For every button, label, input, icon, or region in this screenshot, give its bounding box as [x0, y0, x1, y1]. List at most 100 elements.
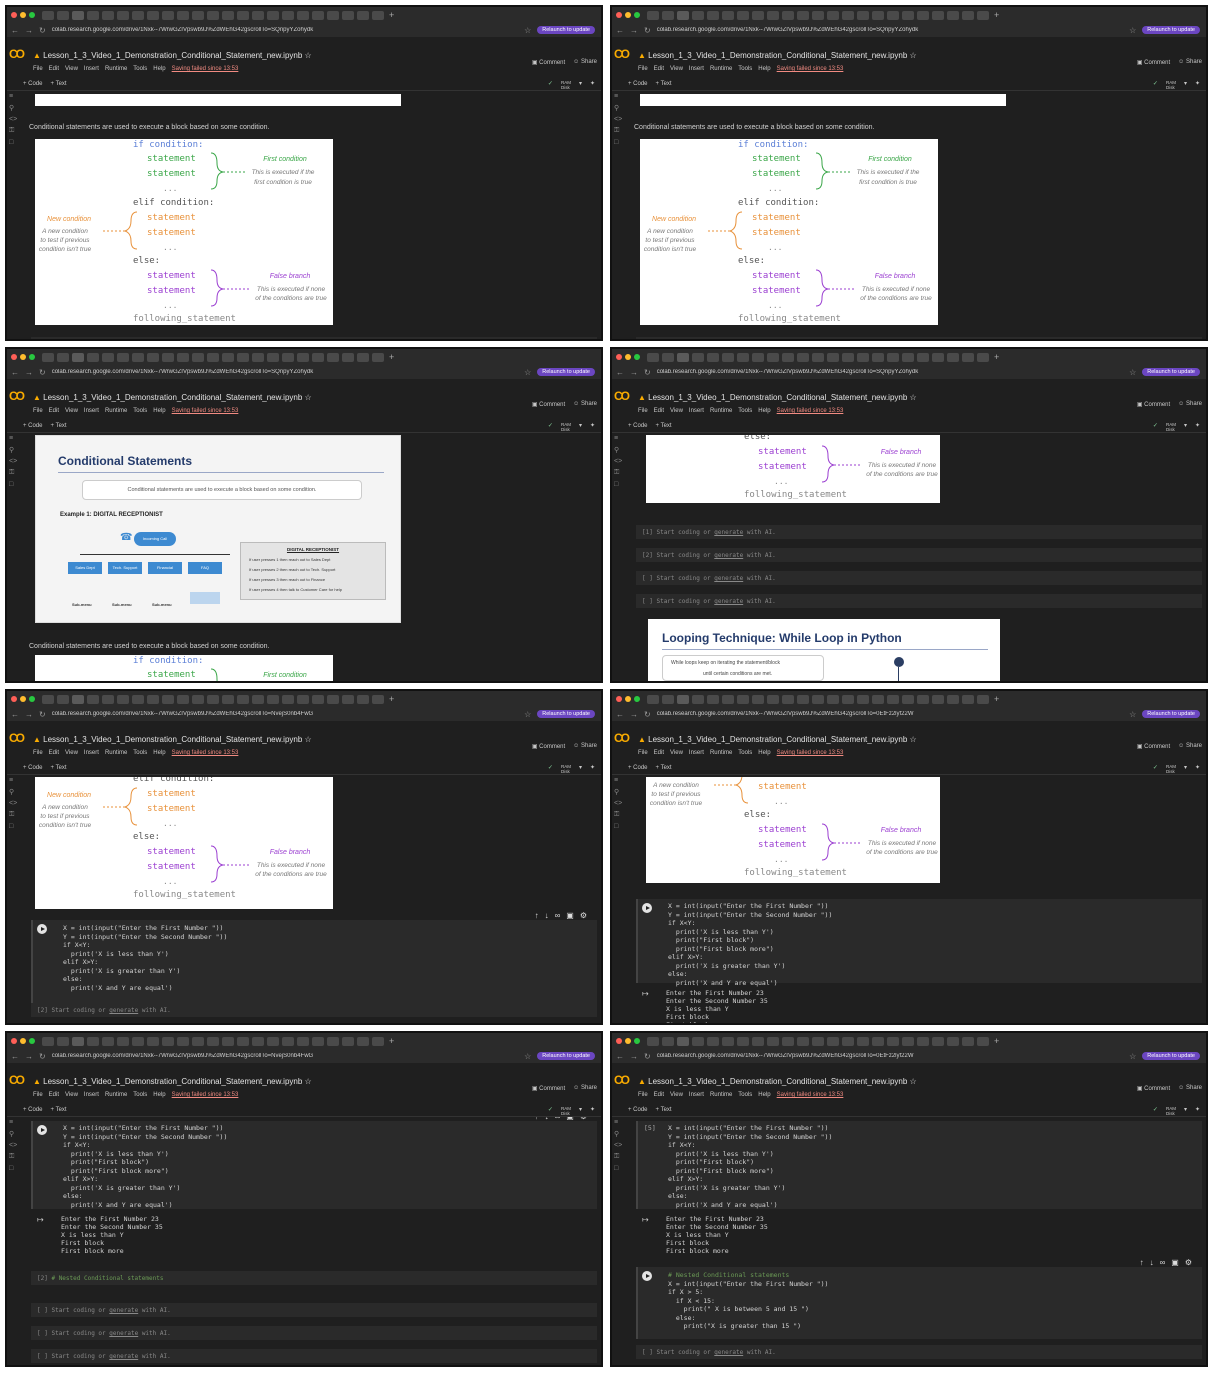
bookmark-star-icon[interactable]: ☆ — [524, 26, 531, 35]
browser-tab[interactable] — [72, 10, 84, 20]
browser-tab[interactable] — [707, 1036, 719, 1046]
link-icon[interactable]: ∞ — [555, 911, 561, 920]
maximize-window-icon[interactable] — [29, 696, 35, 702]
forward-icon[interactable]: → — [630, 1052, 638, 1061]
browser-tab[interactable] — [312, 352, 324, 362]
comment-button[interactable]: ▣ Comment — [1137, 401, 1170, 408]
browser-tab[interactable] — [752, 1036, 764, 1046]
colab-logo[interactable]: CO — [9, 731, 25, 745]
menu-tools[interactable]: Tools — [738, 750, 752, 756]
browser-tab[interactable] — [87, 10, 99, 20]
browser-tab[interactable] — [207, 1036, 219, 1046]
comment-button[interactable]: ▣ Comment — [532, 59, 565, 66]
browser-tab[interactable] — [902, 694, 914, 704]
browser-tab[interactable] — [872, 352, 884, 362]
menu-insert[interactable]: Insert — [689, 408, 704, 414]
browser-tab[interactable] — [207, 10, 219, 20]
empty-code-cell[interactable]: [ ] Start coding or generate with AI. — [31, 1349, 597, 1363]
reload-icon[interactable]: ↻ — [644, 26, 651, 35]
browser-tab[interactable] — [947, 1036, 959, 1046]
browser-tab[interactable] — [177, 352, 189, 362]
browser-tab[interactable] — [962, 694, 974, 704]
code-line[interactable]: # Nested Conditional statements — [668, 1271, 789, 1279]
colab-logo[interactable]: CO — [614, 1073, 630, 1087]
menu-edit[interactable]: Edit — [49, 1092, 59, 1098]
browser-tab[interactable] — [357, 352, 369, 362]
menu-insert[interactable]: Insert — [84, 750, 99, 756]
code-line[interactable]: else: — [63, 1192, 83, 1200]
code-cell[interactable]: X = int(input("Enter the First Number ")… — [636, 899, 1202, 987]
browser-tab[interactable] — [252, 694, 264, 704]
code-line[interactable]: else: — [668, 1314, 696, 1322]
output-icon[interactable]: ↦ — [642, 989, 649, 998]
comment-button[interactable]: ▣ Comment — [1137, 743, 1170, 750]
empty-code-cell[interactable]: [2] Start coding or generate with AI. — [636, 548, 1202, 562]
generate-link[interactable]: generate — [109, 1330, 138, 1337]
browser-tab[interactable] — [872, 10, 884, 20]
back-icon[interactable]: ← — [616, 26, 624, 35]
browser-tab[interactable] — [312, 694, 324, 704]
browser-tab[interactable] — [207, 352, 219, 362]
browser-tab[interactable] — [737, 10, 749, 20]
relaunch-button[interactable]: Relaunch to update — [1142, 1052, 1200, 1060]
gemini-icon[interactable]: ✦ — [590, 764, 595, 774]
browser-tab[interactable] — [252, 352, 264, 362]
forward-icon[interactable]: → — [25, 26, 33, 35]
relaunch-button[interactable]: Relaunch to update — [1142, 710, 1200, 718]
browser-tab[interactable] — [797, 352, 809, 362]
browser-tab[interactable] — [737, 1036, 749, 1046]
notebook-title-text[interactable]: Lesson_1_3_Video_1_Demonstration_Conditi… — [648, 735, 907, 744]
browser-tab[interactable] — [102, 1036, 114, 1046]
browser-tab[interactable] — [117, 1036, 129, 1046]
menu-runtime[interactable]: Runtime — [105, 1092, 127, 1098]
runtime-dropdown-icon[interactable]: ▾ — [579, 764, 582, 774]
saving-status[interactable]: Saving failed since 13:53 — [777, 408, 844, 414]
runtime-dropdown-icon[interactable]: ▾ — [1184, 1106, 1187, 1116]
code-line[interactable]: else: — [668, 970, 688, 978]
menu-edit[interactable]: Edit — [49, 408, 59, 414]
reload-icon[interactable]: ↻ — [644, 710, 651, 719]
search-icon[interactable]: ⚲ — [612, 1128, 624, 1140]
toc-icon[interactable]: ≡ — [7, 775, 19, 786]
colab-logo[interactable]: CO — [614, 389, 630, 403]
browser-tab[interactable] — [647, 694, 659, 704]
menu-view[interactable]: View — [670, 750, 683, 756]
browser-tab[interactable] — [372, 1036, 384, 1046]
browser-tab[interactable] — [767, 1036, 779, 1046]
star-icon[interactable]: ☆ — [305, 1077, 312, 1086]
browser-tab[interactable] — [132, 10, 144, 20]
run-cell-icon[interactable] — [37, 1125, 47, 1135]
browser-tab[interactable] — [782, 10, 794, 20]
menu-view[interactable]: View — [65, 750, 78, 756]
menu-tools[interactable]: Tools — [738, 66, 752, 72]
browser-tab[interactable] — [932, 1036, 944, 1046]
bookmark-star-icon[interactable]: ☆ — [1129, 26, 1136, 35]
browser-tab[interactable] — [267, 10, 279, 20]
maximize-window-icon[interactable] — [634, 696, 640, 702]
relaunch-button[interactable]: Relaunch to update — [537, 710, 595, 718]
code-line[interactable]: X = int(input("Enter the First Number ")… — [668, 902, 828, 910]
code-line[interactable]: if X > 5: — [668, 1288, 703, 1296]
browser-tab[interactable] — [357, 694, 369, 704]
code-line[interactable]: X = int(input("Enter the First Number ")… — [668, 1124, 828, 1132]
reload-icon[interactable]: ↻ — [39, 1052, 46, 1061]
code-line[interactable]: X = int(input("Enter the First Number ")… — [63, 924, 223, 932]
browser-tab[interactable] — [222, 1036, 234, 1046]
minimize-window-icon[interactable] — [20, 1038, 26, 1044]
notebook-title-text[interactable]: Lesson_1_3_Video_1_Demonstration_Conditi… — [43, 1077, 302, 1086]
forward-icon[interactable]: → — [25, 368, 33, 377]
generate-link[interactable]: generate — [714, 598, 743, 605]
code-line[interactable]: if X<Y: — [63, 1141, 90, 1149]
browser-tab[interactable] — [327, 10, 339, 20]
new-tab-icon[interactable]: + — [994, 1036, 999, 1046]
empty-code-cell[interactable]: [1] Start coding or generate with AI. — [31, 337, 597, 339]
minimize-window-icon[interactable] — [625, 354, 631, 360]
search-icon[interactable]: ⚲ — [7, 786, 19, 798]
browser-tab[interactable] — [902, 352, 914, 362]
share-button[interactable]: ☺ Share — [573, 743, 597, 750]
code-line[interactable]: if X<Y: — [668, 919, 695, 927]
notebook-title-text[interactable]: Lesson_1_3_Video_1_Demonstration_Conditi… — [648, 1077, 907, 1086]
browser-tab[interactable] — [917, 352, 929, 362]
browser-tab[interactable] — [282, 10, 294, 20]
toc-icon[interactable]: ≡ — [612, 91, 624, 102]
